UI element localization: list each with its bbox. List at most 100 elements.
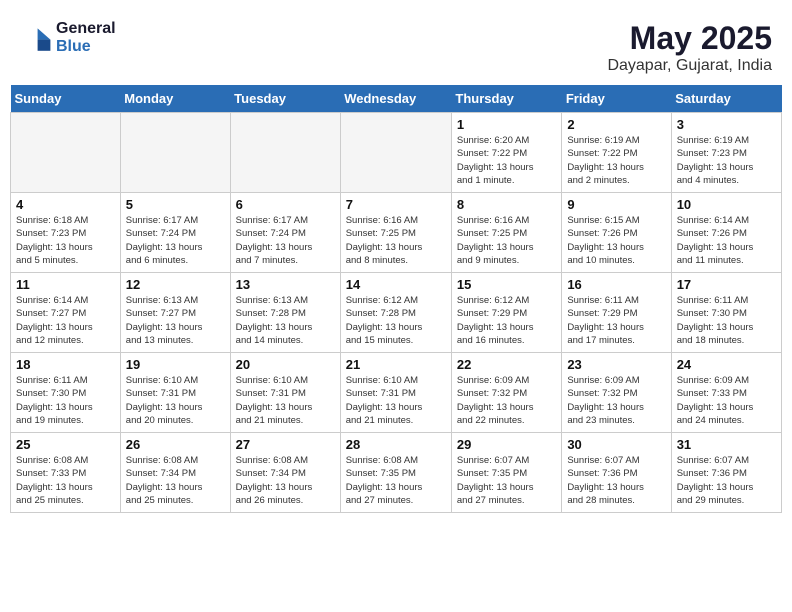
day-number: 11: [16, 277, 115, 292]
calendar-week-1: 1 Sunrise: 6:20 AM Sunset: 7:22 PM Daylig…: [11, 113, 782, 193]
calendar-cell: 25 Sunrise: 6:08 AM Sunset: 7:33 PM Dayli…: [11, 433, 121, 513]
day-number: 20: [236, 357, 335, 372]
calendar-cell: 20 Sunrise: 6:10 AM Sunset: 7:31 PM Dayli…: [230, 353, 340, 433]
calendar-cell: [340, 113, 451, 193]
day-number: 30: [567, 437, 665, 452]
day-number: 18: [16, 357, 115, 372]
day-info: Sunrise: 6:19 AM Sunset: 7:23 PM Dayligh…: [677, 134, 776, 187]
day-number: 23: [567, 357, 665, 372]
calendar-cell: 1 Sunrise: 6:20 AM Sunset: 7:22 PM Daylig…: [451, 113, 561, 193]
calendar-cell: 5Sunrise: 6:17 AM Sunset: 7:24 PM Daylig…: [120, 193, 230, 273]
calendar-cell: 6Sunrise: 6:17 AM Sunset: 7:24 PM Daylig…: [230, 193, 340, 273]
day-number: 14: [346, 277, 446, 292]
day-number: 16: [567, 277, 665, 292]
day-info: Sunrise: 6:12 AM Sunset: 7:28 PM Dayligh…: [346, 294, 446, 347]
day-number: 3: [677, 117, 776, 132]
title-area: May 2025 Dayapar, Gujarat, India: [607, 20, 772, 75]
day-info: Sunrise: 6:10 AM Sunset: 7:31 PM Dayligh…: [346, 374, 446, 427]
day-number: 29: [457, 437, 556, 452]
calendar-cell: 19 Sunrise: 6:10 AM Sunset: 7:31 PM Dayli…: [120, 353, 230, 433]
day-info: Sunrise: 6:08 AM Sunset: 7:33 PM Dayligh…: [16, 454, 115, 507]
calendar-table: SundayMondayTuesdayWednesdayThursdayFrid…: [10, 85, 782, 513]
day-number: 8: [457, 197, 556, 212]
logo-icon: [20, 22, 52, 54]
logo: General Blue: [20, 20, 116, 55]
weekday-header-saturday: Saturday: [671, 85, 781, 113]
weekday-header-thursday: Thursday: [451, 85, 561, 113]
day-number: 7: [346, 197, 446, 212]
day-number: 9: [567, 197, 665, 212]
location-text: Dayapar, Gujarat, India: [607, 57, 772, 75]
day-number: 13: [236, 277, 335, 292]
calendar-cell: 27Sunrise: 6:08 AM Sunset: 7:34 PM Dayli…: [230, 433, 340, 513]
calendar-cell: 9 Sunrise: 6:15 AM Sunset: 7:26 PM Daylig…: [562, 193, 671, 273]
day-info: Sunrise: 6:10 AM Sunset: 7:31 PM Dayligh…: [236, 374, 335, 427]
day-info: Sunrise: 6:09 AM Sunset: 7:32 PM Dayligh…: [567, 374, 665, 427]
weekday-header-friday: Friday: [562, 85, 671, 113]
calendar-cell: 18Sunrise: 6:11 AM Sunset: 7:30 PM Dayli…: [11, 353, 121, 433]
day-number: 4: [16, 197, 115, 212]
calendar-cell: [230, 113, 340, 193]
day-info: Sunrise: 6:18 AM Sunset: 7:23 PM Dayligh…: [16, 214, 115, 267]
day-info: Sunrise: 6:20 AM Sunset: 7:22 PM Dayligh…: [457, 134, 556, 187]
day-info: Sunrise: 6:08 AM Sunset: 7:35 PM Dayligh…: [346, 454, 446, 507]
weekday-header-row: SundayMondayTuesdayWednesdayThursdayFrid…: [11, 85, 782, 113]
calendar-cell: 15 Sunrise: 6:12 AM Sunset: 7:29 PM Dayli…: [451, 273, 561, 353]
calendar-cell: 31Sunrise: 6:07 AM Sunset: 7:36 PM Dayli…: [671, 433, 781, 513]
day-number: 10: [677, 197, 776, 212]
day-number: 2: [567, 117, 665, 132]
calendar-week-4: 18Sunrise: 6:11 AM Sunset: 7:30 PM Dayli…: [11, 353, 782, 433]
calendar-cell: 23 Sunrise: 6:09 AM Sunset: 7:32 PM Dayli…: [562, 353, 671, 433]
day-info: Sunrise: 6:09 AM Sunset: 7:33 PM Dayligh…: [677, 374, 776, 427]
day-info: Sunrise: 6:11 AM Sunset: 7:29 PM Dayligh…: [567, 294, 665, 347]
calendar-cell: 7 Sunrise: 6:16 AM Sunset: 7:25 PM Daylig…: [340, 193, 451, 273]
calendar-week-3: 11Sunrise: 6:14 AM Sunset: 7:27 PM Dayli…: [11, 273, 782, 353]
day-number: 5: [126, 197, 225, 212]
day-number: 25: [16, 437, 115, 452]
day-info: Sunrise: 6:11 AM Sunset: 7:30 PM Dayligh…: [677, 294, 776, 347]
calendar-cell: [11, 113, 121, 193]
day-number: 21: [346, 357, 446, 372]
weekday-header-sunday: Sunday: [11, 85, 121, 113]
calendar-cell: 30 Sunrise: 6:07 AM Sunset: 7:36 PM Dayli…: [562, 433, 671, 513]
calendar-cell: [120, 113, 230, 193]
day-info: Sunrise: 6:10 AM Sunset: 7:31 PM Dayligh…: [126, 374, 225, 427]
calendar-header: General Blue May 2025 Dayapar, Gujarat, …: [10, 10, 782, 80]
day-info: Sunrise: 6:17 AM Sunset: 7:24 PM Dayligh…: [236, 214, 335, 267]
calendar-cell: 17Sunrise: 6:11 AM Sunset: 7:30 PM Dayli…: [671, 273, 781, 353]
day-info: Sunrise: 6:07 AM Sunset: 7:36 PM Dayligh…: [567, 454, 665, 507]
day-number: 1: [457, 117, 556, 132]
calendar-cell: 22 Sunrise: 6:09 AM Sunset: 7:32 PM Dayli…: [451, 353, 561, 433]
day-number: 24: [677, 357, 776, 372]
day-number: 22: [457, 357, 556, 372]
day-info: Sunrise: 6:15 AM Sunset: 7:26 PM Dayligh…: [567, 214, 665, 267]
calendar-cell: 24 Sunrise: 6:09 AM Sunset: 7:33 PM Dayli…: [671, 353, 781, 433]
day-info: Sunrise: 6:16 AM Sunset: 7:25 PM Dayligh…: [346, 214, 446, 267]
day-number: 28: [346, 437, 446, 452]
day-number: 12: [126, 277, 225, 292]
day-number: 27: [236, 437, 335, 452]
calendar-cell: 8 Sunrise: 6:16 AM Sunset: 7:25 PM Daylig…: [451, 193, 561, 273]
day-info: Sunrise: 6:19 AM Sunset: 7:22 PM Dayligh…: [567, 134, 665, 187]
day-info: Sunrise: 6:12 AM Sunset: 7:29 PM Dayligh…: [457, 294, 556, 347]
calendar-cell: 26Sunrise: 6:08 AM Sunset: 7:34 PM Dayli…: [120, 433, 230, 513]
calendar-cell: 11Sunrise: 6:14 AM Sunset: 7:27 PM Dayli…: [11, 273, 121, 353]
day-info: Sunrise: 6:09 AM Sunset: 7:32 PM Dayligh…: [457, 374, 556, 427]
day-number: 15: [457, 277, 556, 292]
calendar-cell: 13 Sunrise: 6:13 AM Sunset: 7:28 PM Dayli…: [230, 273, 340, 353]
weekday-header-wednesday: Wednesday: [340, 85, 451, 113]
day-info: Sunrise: 6:13 AM Sunset: 7:28 PM Dayligh…: [236, 294, 335, 347]
calendar-week-5: 25 Sunrise: 6:08 AM Sunset: 7:33 PM Dayli…: [11, 433, 782, 513]
day-number: 26: [126, 437, 225, 452]
logo-general-text: General: [56, 20, 116, 38]
day-info: Sunrise: 6:16 AM Sunset: 7:25 PM Dayligh…: [457, 214, 556, 267]
calendar-cell: 12Sunrise: 6:13 AM Sunset: 7:27 PM Dayli…: [120, 273, 230, 353]
month-title: May 2025: [607, 20, 772, 57]
day-number: 19: [126, 357, 225, 372]
logo-blue-text: Blue: [56, 38, 116, 56]
day-info: Sunrise: 6:07 AM Sunset: 7:36 PM Dayligh…: [677, 454, 776, 507]
calendar-cell: 3 Sunrise: 6:19 AM Sunset: 7:23 PM Daylig…: [671, 113, 781, 193]
calendar-cell: 29Sunrise: 6:07 AM Sunset: 7:35 PM Dayli…: [451, 433, 561, 513]
weekday-header-tuesday: Tuesday: [230, 85, 340, 113]
calendar-cell: 28 Sunrise: 6:08 AM Sunset: 7:35 PM Dayli…: [340, 433, 451, 513]
